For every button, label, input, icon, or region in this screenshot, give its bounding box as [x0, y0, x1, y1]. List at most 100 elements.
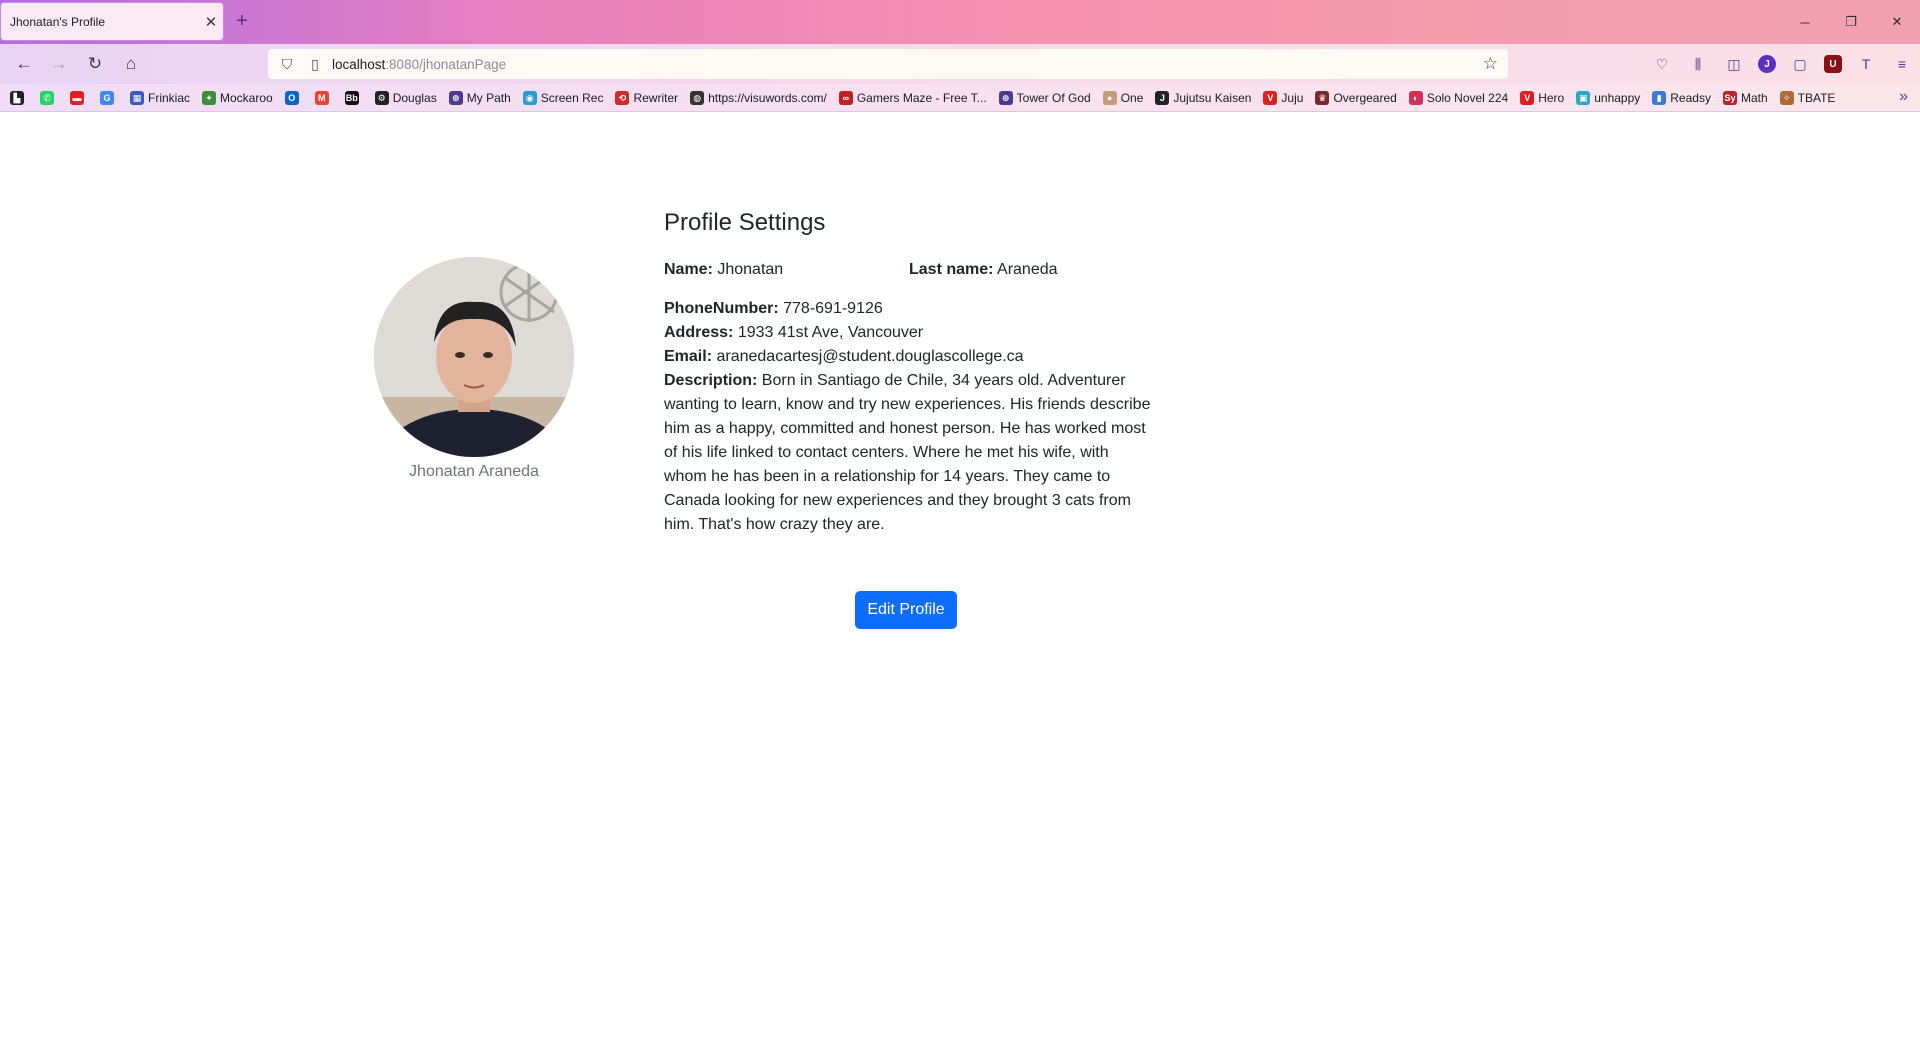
- bookmark-item[interactable]: ✦ Mockaroo: [202, 90, 273, 105]
- bookmark-item[interactable]: ▣ unhappy: [1576, 90, 1640, 105]
- bookmark-item[interactable]: ✆: [40, 90, 58, 105]
- bookmark-item[interactable]: ◍ https://visuwords.com/: [690, 90, 827, 105]
- home-icon[interactable]: ⌂: [119, 52, 143, 76]
- bookmark-item[interactable]: ✧ TBATE: [1779, 90, 1836, 105]
- bookmark-favicon-icon: M: [314, 90, 329, 105]
- bookmark-favicon-icon: ▬: [70, 90, 84, 105]
- address-label: Address:: [664, 324, 734, 341]
- edit-profile-button[interactable]: Edit Profile: [855, 591, 957, 629]
- description-field: Description: Born in Santiago de Chile, …: [664, 369, 1154, 537]
- bookmark-label: Frinkiac: [148, 90, 191, 105]
- email-field: Email: aranedacartesj@student.douglascol…: [664, 345, 1154, 369]
- bookmark-favicon-icon: J: [1155, 90, 1170, 105]
- bookmark-label: Solo Novel 224: [1426, 90, 1509, 105]
- bookmark-item[interactable]: ◐ Solo Novel 224: [1408, 90, 1509, 105]
- bookmark-label: Gamers Maze - Free T...: [856, 90, 987, 105]
- library-icon[interactable]: ⫼: [1686, 52, 1710, 76]
- bookmark-item[interactable]: M: [314, 90, 333, 105]
- page-info-icon[interactable]: ▯: [304, 56, 326, 73]
- menu-icon[interactable]: ≡: [1890, 52, 1914, 76]
- pocket-icon[interactable]: ♡: [1650, 52, 1674, 76]
- bookmark-label: https://visuwords.com/: [708, 90, 827, 105]
- name-row: Name: Jhonatan Last name: Araneda: [664, 258, 1154, 282]
- bookmark-favicon-icon: G: [100, 90, 114, 105]
- bookmark-label: My Path: [466, 90, 511, 105]
- bookmark-item[interactable]: Bb: [344, 90, 363, 105]
- active-tab[interactable]: Jhonatan's Profile ✕: [0, 2, 224, 41]
- bookmark-item[interactable]: ⊕ Tower Of God: [998, 90, 1091, 105]
- minimize-icon[interactable]: ─: [1782, 0, 1828, 44]
- bookmark-item[interactable]: ∞ Gamers Maze - Free T...: [838, 90, 987, 105]
- bookmark-label: Juju: [1281, 90, 1304, 105]
- tab-title: Jhonatan's Profile: [10, 14, 106, 29]
- profile-display-name: Jhonatan Araneda: [409, 463, 539, 480]
- bookmark-favicon-icon: O: [284, 90, 299, 105]
- reload-icon[interactable]: ↻: [83, 52, 107, 76]
- bookmark-favicon-icon: ▙: [10, 90, 24, 105]
- bookmark-item[interactable]: ▮ Readsy: [1652, 90, 1711, 105]
- tab-close-icon[interactable]: ✕: [199, 13, 223, 31]
- avatar-photo: [374, 257, 574, 457]
- forward-icon[interactable]: →: [47, 52, 71, 76]
- bookmark-label: TBATE: [1797, 90, 1836, 105]
- bookmarks-overflow-icon[interactable]: »: [1899, 88, 1908, 106]
- url-host: localhost: [332, 56, 386, 72]
- translate-icon[interactable]: T: [1854, 52, 1878, 76]
- bookmark-item[interactable]: ▬: [70, 90, 88, 105]
- last-name-label: Last name:: [909, 261, 994, 278]
- bookmark-label: Rewriter: [633, 90, 679, 105]
- close-window-icon[interactable]: ✕: [1874, 0, 1920, 44]
- sidebar-icon[interactable]: ◫: [1722, 52, 1746, 76]
- back-icon[interactable]: ←: [12, 52, 36, 76]
- navigation-toolbar: ← → ↻ ⌂ ⛉ ▯ localhost:8080/jhonatanPage …: [0, 44, 1920, 84]
- bookmark-item[interactable]: ⚙ Douglas: [374, 90, 437, 105]
- bookmark-item[interactable]: V Juju: [1263, 90, 1304, 105]
- address-bar[interactable]: ⛉ ▯ localhost:8080/jhonatanPage ☆: [268, 49, 1508, 79]
- tracking-shield-icon[interactable]: ⛉: [276, 56, 298, 73]
- bookmark-item[interactable]: G: [100, 90, 118, 105]
- bookmark-favicon-icon: Sy: [1722, 90, 1737, 105]
- bookmark-favicon-icon: V: [1520, 90, 1535, 105]
- bookmark-favicon-icon: ⊕: [998, 90, 1013, 105]
- bookmark-item[interactable]: ▙: [10, 90, 28, 105]
- last-name-field: Last name: Araneda: [909, 258, 1154, 282]
- bookmark-item[interactable]: ♛ Overgeared: [1315, 90, 1397, 105]
- ublock-icon[interactable]: U: [1824, 55, 1842, 73]
- bookmark-item[interactable]: ⟲ Rewriter: [615, 90, 679, 105]
- bookmark-item[interactable]: Sy Math: [1722, 90, 1768, 105]
- bookmarks-bar: ▙ ✆ ▬ G ▦ Frinkiac ✦ Mockaroo O M Bb ⚙ Douglas ⊕ My Pa…: [0, 84, 1920, 112]
- bookmark-item[interactable]: ● One: [1102, 90, 1144, 105]
- restore-icon[interactable]: ❐: [1828, 0, 1874, 44]
- bookmark-favicon-icon: ▣: [1576, 90, 1591, 105]
- bookmark-item[interactable]: V Hero: [1520, 90, 1564, 105]
- description-value: Born in Santiago de Chile, 34 years old.…: [664, 372, 1151, 533]
- phone-field: PhoneNumber: 778-691-9126: [664, 297, 1154, 321]
- phone-label: PhoneNumber:: [664, 300, 779, 317]
- bookmark-item[interactable]: ⊕ My Path: [448, 90, 511, 105]
- profile-info: Profile Settings Name: Jhonatan Last nam…: [664, 208, 1154, 537]
- bookmark-item[interactable]: ◉ Screen Rec: [522, 90, 604, 105]
- bookmark-item[interactable]: ▦ Frinkiac: [130, 90, 191, 105]
- bookmark-favicon-icon: ●: [1102, 90, 1117, 105]
- bookmark-item[interactable]: J Jujutsu Kaisen: [1155, 90, 1251, 105]
- extension-icon[interactable]: ▢: [1788, 52, 1812, 76]
- bookmark-label: One: [1120, 90, 1144, 105]
- account-icon[interactable]: J: [1758, 55, 1776, 73]
- address-value: 1933 41st Ave, Vancouver: [737, 324, 924, 341]
- bookmark-label: Math: [1740, 90, 1768, 105]
- bookmark-favicon-icon: ✦: [202, 90, 217, 105]
- new-tab-button[interactable]: +: [236, 10, 248, 32]
- page-content: Jhonatan Araneda Profile Settings Name: …: [0, 113, 1920, 1040]
- bookmark-label: Screen Rec: [540, 90, 604, 105]
- bookmark-favicon-icon: ◉: [522, 90, 537, 105]
- last-name-value: Araneda: [997, 261, 1058, 278]
- toolbar-icons: ♡ ⫼ ◫ J ▢ U T ≡: [1650, 52, 1914, 76]
- bookmark-favicon-icon: ⚙: [374, 90, 389, 105]
- bookmark-favicon-icon: ✆: [40, 90, 54, 105]
- window-controls: ─ ❐ ✕: [1782, 0, 1920, 44]
- bookmark-star-icon[interactable]: ☆: [1483, 54, 1498, 74]
- address-field: Address: 1933 41st Ave, Vancouver: [664, 321, 1154, 345]
- email-label: Email:: [664, 348, 713, 365]
- bookmark-favicon-icon: ◍: [690, 90, 705, 105]
- bookmark-item[interactable]: O: [284, 90, 303, 105]
